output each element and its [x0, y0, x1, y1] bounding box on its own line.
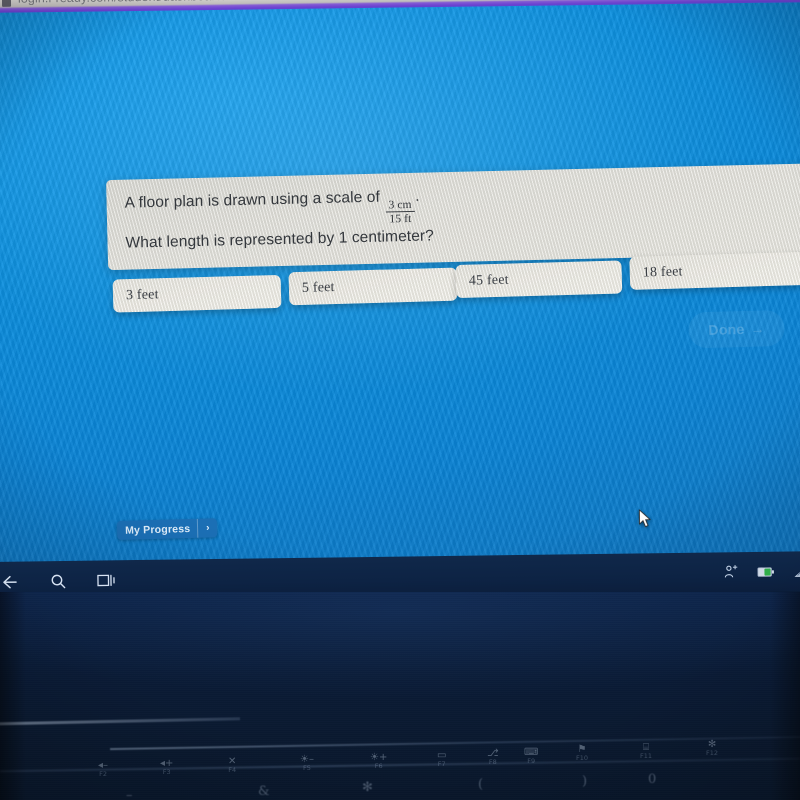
key-f5[interactable]: ☀– F5: [300, 754, 314, 772]
key-f7[interactable]: ▭ F7: [437, 750, 446, 768]
answer-choice-1[interactable]: 3 feet: [112, 274, 282, 313]
my-progress-button[interactable]: My Progress ›: [116, 518, 218, 541]
key-asterisk[interactable]: ✻: [362, 780, 373, 795]
people-share-icon[interactable]: [722, 563, 740, 581]
key-f4[interactable]: ✕ F4: [228, 756, 236, 774]
key-f12[interactable]: ✻ F12: [706, 739, 718, 757]
done-button-label: Done: [708, 320, 745, 338]
laptop-palmrest-edge: [0, 757, 800, 772]
key-ampersand[interactable]: &: [258, 784, 270, 799]
answer-choice-4[interactable]: 18 feet: [629, 251, 800, 290]
battery-icon[interactable]: [757, 563, 775, 581]
arrow-right-icon: →: [750, 320, 765, 337]
key-f10[interactable]: ⚑ F10: [576, 744, 588, 762]
mouse-cursor: [638, 509, 651, 528]
laptop-hinge-edge-right: [110, 735, 800, 751]
key-f11[interactable]: ⌸ F11: [640, 742, 652, 760]
taskbar-system-tray: [722, 551, 800, 592]
answer-choice-2[interactable]: 5 feet: [288, 267, 458, 306]
done-button[interactable]: Done →: [688, 309, 785, 349]
key-zero[interactable]: 0: [648, 772, 656, 787]
answer-choice-3[interactable]: 45 feet: [455, 260, 623, 299]
iready-app-screen: A floor plan is drawn using a scale of 3…: [0, 2, 800, 575]
key-paren-open[interactable]: (: [478, 777, 483, 792]
fraction-numerator: 3 cm: [388, 198, 412, 211]
my-progress-label: My Progress: [124, 522, 191, 537]
question-period: .: [415, 188, 420, 205]
answer-choice-label: 18 feet: [642, 263, 683, 281]
key-minus[interactable]: –: [126, 788, 133, 800]
answer-choice-label: 3 feet: [125, 286, 159, 303]
question-text-before-fraction: A floor plan is drawn using a scale of: [124, 188, 381, 212]
laptop-hinge-edge-left: [0, 717, 240, 726]
key-paren-close[interactable]: ): [582, 774, 587, 789]
laptop-body: ◂– F2 ◂+ F3 ✕ F4 ☀– F5 ☀+ F6 ▭ F7 ⎇ F8 ⌨ F9 ⚑ F10…: [0, 592, 800, 800]
wifi-icon[interactable]: [792, 562, 800, 580]
answer-choices-group: 3 feet 5 feet 45 feet 18 feet: [0, 2, 800, 575]
answer-choice-label: 5 feet: [301, 279, 335, 296]
site-favicon: [1, 0, 12, 7]
key-f6[interactable]: ☀+ F6: [370, 752, 387, 770]
scale-fraction: 3 cm 15 ft: [385, 198, 415, 225]
fraction-denominator: 15 ft: [389, 212, 412, 226]
laptop-photo: login.i-ready.com/student/dashboard/home…: [0, 0, 800, 800]
chevron-right-icon: ›: [205, 522, 210, 534]
answer-choice-label: 45 feet: [468, 272, 509, 289]
